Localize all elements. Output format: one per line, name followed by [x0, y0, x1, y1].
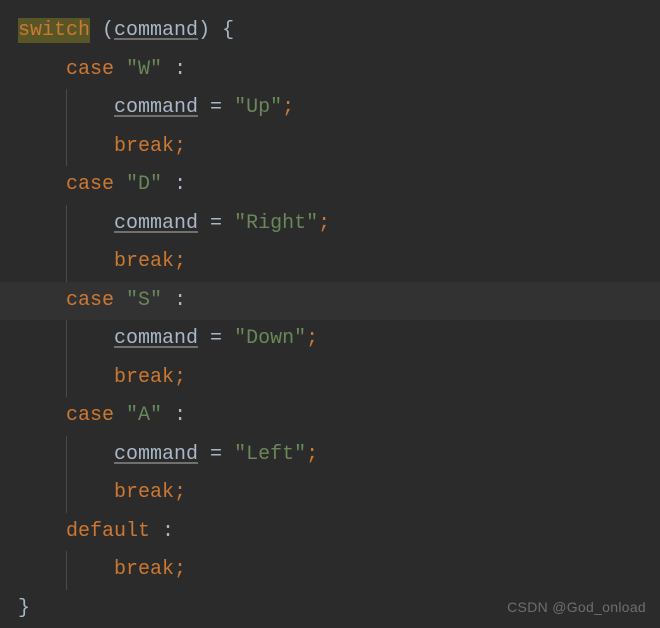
code-line[interactable]: break;	[0, 474, 660, 513]
keyword-break: break	[114, 558, 174, 581]
code-line[interactable]: break;	[0, 128, 660, 167]
indent-guide	[66, 474, 67, 513]
indent-guide	[66, 128, 67, 167]
code-line-current[interactable]: case "S" :	[0, 282, 660, 321]
variable-command: command	[114, 96, 198, 119]
code-line[interactable]: break;	[0, 243, 660, 282]
code-line[interactable]: case "D" :	[0, 166, 660, 205]
colon: :	[174, 58, 186, 81]
assign-op: =	[210, 212, 222, 235]
paren-open: (	[102, 19, 114, 42]
string-literal: "Right"	[234, 212, 318, 235]
code-editor[interactable]: switch (command) { case "W" : command = …	[0, 0, 660, 628]
indent-guide	[66, 359, 67, 398]
indent-guide	[66, 243, 67, 282]
semicolon: ;	[174, 366, 186, 389]
string-literal: "D"	[126, 173, 162, 196]
colon: :	[174, 289, 186, 312]
code-line[interactable]: command = "Up";	[0, 89, 660, 128]
semicolon: ;	[174, 250, 186, 273]
string-literal: "Down"	[234, 327, 306, 350]
keyword-break: break	[114, 135, 174, 158]
keyword-break: break	[114, 250, 174, 273]
colon: :	[162, 520, 174, 543]
code-line[interactable]: case "W" :	[0, 51, 660, 90]
string-literal: "A"	[126, 404, 162, 427]
keyword-break: break	[114, 481, 174, 504]
brace-close: }	[18, 597, 30, 620]
watermark-text: CSDN @God_onload	[507, 599, 646, 615]
code-line[interactable]: switch (command) {	[0, 12, 660, 51]
semicolon: ;	[306, 443, 318, 466]
semicolon: ;	[306, 327, 318, 350]
indent-guide	[66, 89, 67, 128]
semicolon: ;	[174, 481, 186, 504]
keyword-default: default	[66, 520, 150, 543]
code-line[interactable]: command = "Right";	[0, 205, 660, 244]
semicolon: ;	[174, 135, 186, 158]
assign-op: =	[210, 443, 222, 466]
keyword-switch: switch	[18, 18, 90, 43]
keyword-case: case	[66, 173, 114, 196]
variable-command: command	[114, 443, 198, 466]
assign-op: =	[210, 96, 222, 119]
indent-guide	[66, 320, 67, 359]
variable-command: command	[114, 327, 198, 350]
code-line[interactable]: case "A" :	[0, 397, 660, 436]
string-literal: "Up"	[234, 96, 282, 119]
semicolon: ;	[282, 96, 294, 119]
variable-command: command	[114, 212, 198, 235]
code-line[interactable]: default :	[0, 513, 660, 552]
keyword-case: case	[66, 289, 114, 312]
semicolon: ;	[174, 558, 186, 581]
code-line[interactable]: command = "Left";	[0, 436, 660, 475]
variable-command: command	[114, 19, 198, 42]
string-literal: "S"	[126, 289, 162, 312]
indent-guide	[66, 205, 67, 244]
keyword-case: case	[66, 58, 114, 81]
semicolon: ;	[318, 212, 330, 235]
keyword-break: break	[114, 366, 174, 389]
indent-guide	[66, 551, 67, 590]
keyword-case: case	[66, 404, 114, 427]
assign-op: =	[210, 327, 222, 350]
colon: :	[174, 404, 186, 427]
indent-guide	[66, 436, 67, 475]
code-line[interactable]: break;	[0, 551, 660, 590]
paren-close: )	[198, 19, 210, 42]
code-line[interactable]: command = "Down";	[0, 320, 660, 359]
string-literal: "Left"	[234, 443, 306, 466]
code-line[interactable]: break;	[0, 359, 660, 398]
string-literal: "W"	[126, 58, 162, 81]
colon: :	[174, 173, 186, 196]
brace-open: {	[222, 19, 234, 42]
